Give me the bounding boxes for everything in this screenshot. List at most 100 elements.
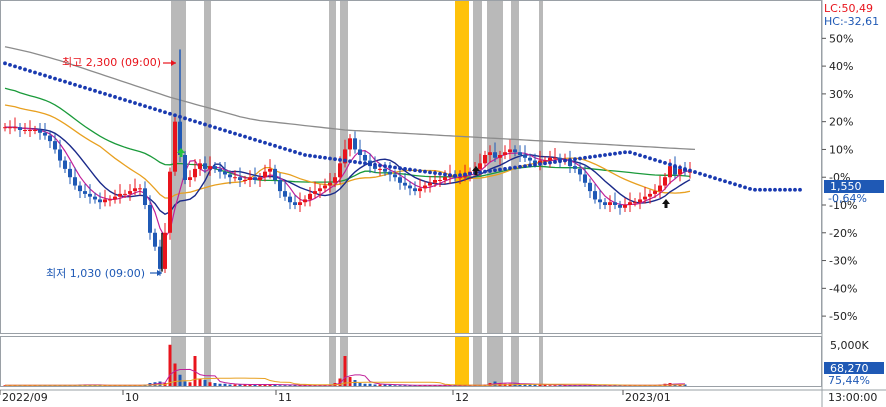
candle-body xyxy=(48,135,52,142)
indicator-dot xyxy=(318,155,322,159)
indicator-dot xyxy=(658,159,662,164)
candle-body xyxy=(298,202,302,205)
indicator-dot xyxy=(298,151,302,156)
indicator-dot xyxy=(398,166,402,171)
indicator-dot xyxy=(253,137,257,142)
candle-body xyxy=(53,141,57,150)
indicator-dot xyxy=(133,101,137,105)
candle-body xyxy=(678,168,682,175)
indicator-dot xyxy=(538,162,542,166)
indicator-dot xyxy=(278,145,282,150)
candle-body xyxy=(593,191,597,200)
candle-body xyxy=(338,163,342,178)
volume-max-label: 5,000K xyxy=(830,339,869,352)
candle-body xyxy=(493,152,497,158)
indicator-dot xyxy=(163,110,167,115)
indicator-dot xyxy=(108,93,112,98)
candle-body xyxy=(98,199,102,203)
indicator-dot xyxy=(693,170,697,174)
highlight-band xyxy=(455,1,469,333)
indicator-dot xyxy=(573,157,577,162)
stock-chart: LC:50,49 HC:-32,61 50%40%30%20%10%-0%-10… xyxy=(0,0,886,407)
indicator-dot xyxy=(263,140,267,145)
candle-body xyxy=(133,188,137,192)
indicator-dot xyxy=(93,88,97,93)
candle-body xyxy=(68,168,72,178)
candle-body xyxy=(128,191,132,194)
candle-body xyxy=(443,177,447,180)
candle-body xyxy=(508,149,512,153)
indicator-dot xyxy=(653,157,657,162)
indicator-dot xyxy=(348,159,352,164)
candle-body xyxy=(393,174,397,178)
price-change: -0,64% xyxy=(828,192,867,205)
indicator-dot xyxy=(243,134,247,139)
candle-body xyxy=(388,171,392,175)
low-annotation: 최저 1,030 (09:00) xyxy=(46,267,162,280)
candle-body xyxy=(623,205,627,208)
indicator-dot xyxy=(468,171,472,176)
indicator-dot xyxy=(583,155,587,160)
volume-ratio: 75,44% xyxy=(828,374,870,387)
indicator-dot xyxy=(198,121,202,125)
indicator-dot xyxy=(3,61,7,66)
indicator-dot xyxy=(113,95,117,99)
candle-body xyxy=(333,177,337,183)
indicator-dot xyxy=(593,154,597,159)
volume-bar xyxy=(393,385,397,386)
candle-body xyxy=(88,193,92,197)
indicator-dot xyxy=(638,153,642,158)
indicator-dot xyxy=(723,179,727,184)
volume-bar xyxy=(228,384,232,386)
indicator-dot xyxy=(378,163,382,168)
x-tick-label: 2022/09 xyxy=(2,391,48,404)
price-axis: 50%40%30%20%10%-0%-10%-20%-30%-40%-50% xyxy=(822,32,857,323)
candle-body xyxy=(18,127,22,130)
indicator-dot xyxy=(643,154,647,159)
indicator-dot xyxy=(798,187,802,192)
volume-bar xyxy=(278,385,282,386)
candle-body xyxy=(423,185,427,189)
candle-body xyxy=(33,130,37,131)
candle-body xyxy=(603,202,607,205)
indicator-dot xyxy=(203,122,207,127)
indicator-dot xyxy=(238,133,242,138)
indicator-dot xyxy=(708,174,712,179)
x-tick-label: 10 xyxy=(125,391,139,404)
indicator-dot xyxy=(333,157,337,162)
indicator-dot xyxy=(338,157,342,162)
indicator-dot xyxy=(548,160,552,165)
indicator-dot xyxy=(698,171,702,176)
candle-body xyxy=(648,193,652,197)
candle-body xyxy=(328,182,332,186)
candle-body xyxy=(293,202,297,205)
y-tick-label: -30% xyxy=(829,255,857,268)
indicator-dot xyxy=(303,153,307,157)
indicator-dot xyxy=(53,76,57,81)
candle-body xyxy=(363,155,367,161)
candle-body xyxy=(513,149,517,153)
indicator-dot xyxy=(483,169,487,174)
indicator-dot xyxy=(518,164,522,169)
candle-body xyxy=(203,163,207,169)
indicator-dot xyxy=(388,164,392,169)
y-tick-label: -40% xyxy=(829,282,857,295)
candle-body xyxy=(573,166,577,169)
candle-body xyxy=(313,191,317,194)
volume-bar xyxy=(283,385,287,386)
candle-body xyxy=(613,202,617,205)
indicator-dot xyxy=(423,169,427,174)
candle-body xyxy=(73,177,77,186)
indicator-dot xyxy=(248,136,252,141)
indicator-dot xyxy=(633,151,637,156)
candle-body xyxy=(398,177,402,183)
candle-body xyxy=(223,171,227,175)
candle-body xyxy=(523,155,527,158)
highlight-band xyxy=(511,337,519,386)
indicator-dot xyxy=(488,169,492,173)
indicator-dot xyxy=(13,64,17,69)
indicator-dot xyxy=(368,162,372,166)
indicator-dot xyxy=(683,167,687,171)
indicator-dot xyxy=(713,176,717,181)
candle-body xyxy=(458,177,462,179)
